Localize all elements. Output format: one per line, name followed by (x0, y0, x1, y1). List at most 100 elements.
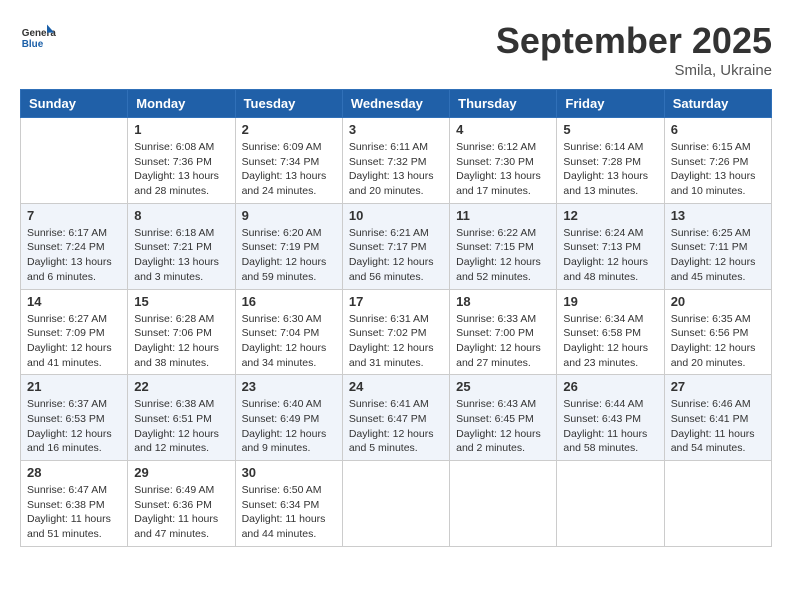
calendar-cell: 4 Sunrise: 6:12 AMSunset: 7:30 PMDaylight… (450, 118, 557, 204)
day-number: 29 (134, 465, 228, 480)
calendar-cell (450, 461, 557, 547)
day-info: Sunrise: 6:14 AMSunset: 7:28 PMDaylight:… (563, 140, 657, 199)
weekday-header-wednesday: Wednesday (342, 90, 449, 118)
day-number: 11 (456, 208, 550, 223)
calendar-week-4: 21 Sunrise: 6:37 AMSunset: 6:53 PMDayligh… (21, 375, 772, 461)
day-number: 13 (671, 208, 765, 223)
day-number: 5 (563, 122, 657, 137)
calendar-cell: 16 Sunrise: 6:30 AMSunset: 7:04 PMDayligh… (235, 289, 342, 375)
day-info: Sunrise: 6:38 AMSunset: 6:51 PMDaylight:… (134, 397, 228, 456)
day-number: 4 (456, 122, 550, 137)
day-number: 27 (671, 379, 765, 394)
calendar-week-5: 28 Sunrise: 6:47 AMSunset: 6:38 PMDayligh… (21, 461, 772, 547)
day-info: Sunrise: 6:09 AMSunset: 7:34 PMDaylight:… (242, 140, 336, 199)
calendar-week-3: 14 Sunrise: 6:27 AMSunset: 7:09 PMDayligh… (21, 289, 772, 375)
calendar-cell: 12 Sunrise: 6:24 AMSunset: 7:13 PMDayligh… (557, 203, 664, 289)
day-number: 22 (134, 379, 228, 394)
calendar-cell: 3Sunrise: 6:11 AMSunset: 7:32 PMDaylight… (342, 118, 449, 204)
calendar-cell (342, 461, 449, 547)
day-number: 14 (27, 294, 121, 309)
calendar-cell (21, 118, 128, 204)
svg-text:Blue: Blue (22, 39, 44, 50)
day-info: Sunrise: 6:25 AMSunset: 7:11 PMDaylight:… (671, 226, 765, 285)
calendar-cell: 30Sunrise: 6:50 AMSunset: 6:34 PMDayligh… (235, 461, 342, 547)
day-info: Sunrise: 6:44 AMSunset: 6:43 PMDaylight:… (563, 397, 657, 456)
day-number: 15 (134, 294, 228, 309)
day-info: Sunrise: 6:50 AMSunset: 6:34 PMDaylight:… (242, 483, 336, 542)
logo-icon: General Blue (20, 20, 56, 56)
day-number: 23 (242, 379, 336, 394)
day-info: Sunrise: 6:49 AMSunset: 6:36 PMDaylight:… (134, 483, 228, 542)
calendar-cell: 17 Sunrise: 6:31 AMSunset: 7:02 PMDayligh… (342, 289, 449, 375)
day-number: 12 (563, 208, 657, 223)
calendar-cell: 20Sunrise: 6:35 AMSunset: 6:56 PMDayligh… (664, 289, 771, 375)
month-title: September 2025 (496, 20, 772, 62)
calendar-cell: 26Sunrise: 6:44 AMSunset: 6:43 PMDayligh… (557, 375, 664, 461)
day-number: 17 (349, 294, 443, 309)
day-info: Sunrise: 6:15 AMSunset: 7:26 PMDaylight:… (671, 140, 765, 199)
calendar-cell: 5 Sunrise: 6:14 AMSunset: 7:28 PMDaylight… (557, 118, 664, 204)
calendar-cell: 7 Sunrise: 6:17 AMSunset: 7:24 PMDaylight… (21, 203, 128, 289)
day-number: 8 (134, 208, 228, 223)
day-info: Sunrise: 6:33 AMSunset: 7:00 PMDaylight:… (456, 312, 550, 371)
calendar-cell: 14 Sunrise: 6:27 AMSunset: 7:09 PMDayligh… (21, 289, 128, 375)
calendar-cell: 28 Sunrise: 6:47 AMSunset: 6:38 PMDayligh… (21, 461, 128, 547)
weekday-header-sunday: Sunday (21, 90, 128, 118)
day-number: 25 (456, 379, 550, 394)
day-info: Sunrise: 6:08 AMSunset: 7:36 PMDaylight:… (134, 140, 228, 199)
day-info: Sunrise: 6:11 AMSunset: 7:32 PMDaylight:… (349, 140, 443, 199)
calendar-cell: 25Sunrise: 6:43 AMSunset: 6:45 PMDayligh… (450, 375, 557, 461)
day-info: Sunrise: 6:20 AMSunset: 7:19 PMDaylight:… (242, 226, 336, 285)
calendar-cell: 13 Sunrise: 6:25 AMSunset: 7:11 PMDayligh… (664, 203, 771, 289)
calendar-cell: 24Sunrise: 6:41 AMSunset: 6:47 PMDayligh… (342, 375, 449, 461)
calendar-cell: 10 Sunrise: 6:21 AMSunset: 7:17 PMDayligh… (342, 203, 449, 289)
day-info: Sunrise: 6:37 AMSunset: 6:53 PMDaylight:… (27, 397, 121, 456)
calendar-cell: 6Sunrise: 6:15 AMSunset: 7:26 PMDaylight… (664, 118, 771, 204)
calendar-cell: 1Sunrise: 6:08 AMSunset: 7:36 PMDaylight… (128, 118, 235, 204)
day-number: 2 (242, 122, 336, 137)
weekday-header-row: SundayMondayTuesdayWednesdayThursdayFrid… (21, 90, 772, 118)
day-number: 19 (563, 294, 657, 309)
day-info: Sunrise: 6:31 AMSunset: 7:02 PMDaylight:… (349, 312, 443, 371)
calendar-cell: 2 Sunrise: 6:09 AMSunset: 7:34 PMDaylight… (235, 118, 342, 204)
calendar-cell: 11 Sunrise: 6:22 AMSunset: 7:15 PMDayligh… (450, 203, 557, 289)
weekday-header-monday: Monday (128, 90, 235, 118)
subtitle: Smila, Ukraine (496, 62, 772, 79)
day-number: 10 (349, 208, 443, 223)
calendar-cell: 9 Sunrise: 6:20 AMSunset: 7:19 PMDaylight… (235, 203, 342, 289)
calendar-cell: 18Sunrise: 6:33 AMSunset: 7:00 PMDayligh… (450, 289, 557, 375)
calendar-week-1: 1Sunrise: 6:08 AMSunset: 7:36 PMDaylight… (21, 118, 772, 204)
calendar-cell: 19 Sunrise: 6:34 AMSunset: 6:58 PMDayligh… (557, 289, 664, 375)
day-info: Sunrise: 6:12 AMSunset: 7:30 PMDaylight:… (456, 140, 550, 199)
header: General Blue September 2025 Smila, Ukrai… (20, 20, 772, 79)
day-info: Sunrise: 6:47 AMSunset: 6:38 PMDaylight:… (27, 483, 121, 542)
day-number: 28 (27, 465, 121, 480)
calendar-table: SundayMondayTuesdayWednesdayThursdayFrid… (20, 89, 772, 547)
day-info: Sunrise: 6:41 AMSunset: 6:47 PMDaylight:… (349, 397, 443, 456)
calendar-cell: 27 Sunrise: 6:46 AMSunset: 6:41 PMDayligh… (664, 375, 771, 461)
day-number: 7 (27, 208, 121, 223)
weekday-header-saturday: Saturday (664, 90, 771, 118)
calendar-cell (557, 461, 664, 547)
day-number: 16 (242, 294, 336, 309)
logo: General Blue (20, 20, 60, 56)
day-info: Sunrise: 6:17 AMSunset: 7:24 PMDaylight:… (27, 226, 121, 285)
day-number: 21 (27, 379, 121, 394)
day-info: Sunrise: 6:34 AMSunset: 6:58 PMDaylight:… (563, 312, 657, 371)
calendar-cell (664, 461, 771, 547)
title-area: September 2025 Smila, Ukraine (496, 20, 772, 79)
weekday-header-friday: Friday (557, 90, 664, 118)
calendar-cell: 15Sunrise: 6:28 AMSunset: 7:06 PMDayligh… (128, 289, 235, 375)
day-info: Sunrise: 6:24 AMSunset: 7:13 PMDaylight:… (563, 226, 657, 285)
day-number: 9 (242, 208, 336, 223)
day-info: Sunrise: 6:27 AMSunset: 7:09 PMDaylight:… (27, 312, 121, 371)
calendar-cell: 8Sunrise: 6:18 AMSunset: 7:21 PMDaylight… (128, 203, 235, 289)
calendar-cell: 23 Sunrise: 6:40 AMSunset: 6:49 PMDayligh… (235, 375, 342, 461)
day-info: Sunrise: 6:22 AMSunset: 7:15 PMDaylight:… (456, 226, 550, 285)
calendar-cell: 21 Sunrise: 6:37 AMSunset: 6:53 PMDayligh… (21, 375, 128, 461)
day-info: Sunrise: 6:21 AMSunset: 7:17 PMDaylight:… (349, 226, 443, 285)
day-info: Sunrise: 6:30 AMSunset: 7:04 PMDaylight:… (242, 312, 336, 371)
day-info: Sunrise: 6:46 AMSunset: 6:41 PMDaylight:… (671, 397, 765, 456)
calendar-cell: 22 Sunrise: 6:38 AMSunset: 6:51 PMDayligh… (128, 375, 235, 461)
day-info: Sunrise: 6:40 AMSunset: 6:49 PMDaylight:… (242, 397, 336, 456)
